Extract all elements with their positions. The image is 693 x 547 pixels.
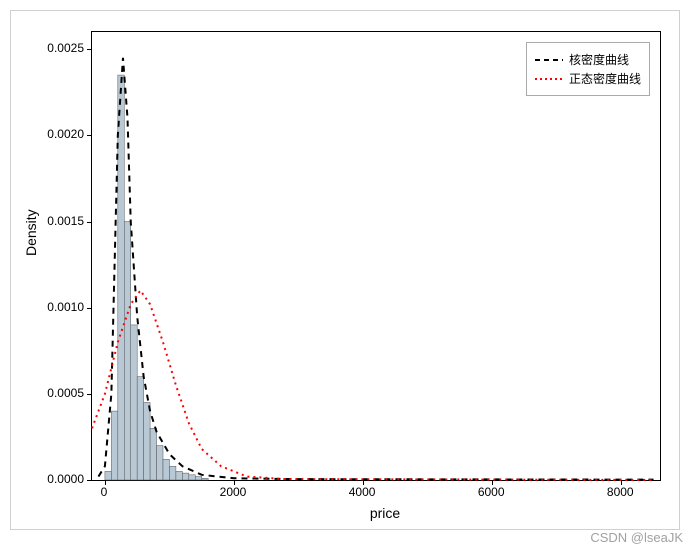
y-tick-mark (87, 49, 92, 50)
y-tick-label: 0.0010 (47, 300, 84, 314)
legend-swatch-normal (535, 73, 563, 85)
x-axis-label: price (370, 505, 400, 521)
x-tick-label: 2000 (220, 485, 247, 499)
y-axis-label: Density (23, 209, 39, 256)
y-tick-mark (87, 308, 92, 309)
legend-entry-kde: 核密度曲线 (535, 51, 641, 68)
y-tick-mark (87, 394, 92, 395)
y-tick-label: 0.0015 (47, 214, 84, 228)
legend-label-kde: 核密度曲线 (569, 51, 629, 68)
density-curves (92, 32, 660, 480)
plot-area: 核密度曲线 正态密度曲线 (91, 31, 661, 481)
legend-swatch-kde (535, 54, 563, 66)
x-tick-label: 0 (101, 485, 108, 499)
y-tick-label: 0.0020 (47, 127, 84, 141)
x-tick-label: 8000 (607, 485, 634, 499)
x-tick-label: 6000 (478, 485, 505, 499)
y-tick-label: 0.0005 (47, 386, 84, 400)
legend-entry-normal: 正态密度曲线 (535, 70, 641, 87)
y-tick-mark (87, 480, 92, 481)
y-tick-mark (87, 135, 92, 136)
y-tick-mark (87, 222, 92, 223)
x-tick-label: 4000 (349, 485, 376, 499)
watermark: CSDN @lseaJK (590, 530, 683, 545)
legend: 核密度曲线 正态密度曲线 (526, 42, 650, 96)
y-tick-label: 0.0025 (47, 41, 84, 55)
figure-border: 核密度曲线 正态密度曲线 0.0000 0.0005 0.0010 0.0015 0.0… (10, 10, 680, 530)
legend-label-normal: 正态密度曲线 (569, 70, 641, 87)
y-tick-label: 0.0000 (47, 472, 84, 486)
